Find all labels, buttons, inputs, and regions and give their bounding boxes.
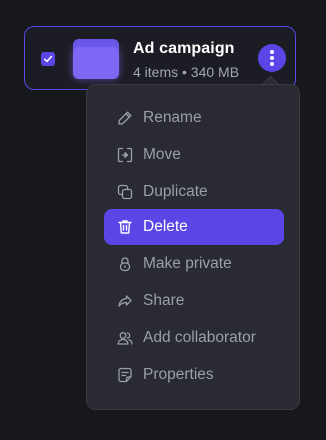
context-menu: Rename Move Duplicate Delete Make privat… (86, 84, 300, 410)
more-dot (270, 62, 274, 66)
menu-item-label: Properties (143, 366, 214, 383)
menu-item-make-private[interactable]: Make private (104, 246, 284, 282)
properties-icon (116, 366, 134, 384)
select-checkbox[interactable] (41, 52, 55, 66)
menu-item-label: Share (143, 292, 185, 309)
folder-name: Ad campaign (133, 40, 235, 57)
check-icon (43, 55, 53, 63)
menu-item-label: Move (143, 146, 181, 163)
menu-item-rename[interactable]: Rename (104, 100, 284, 136)
share-icon (116, 292, 134, 310)
trash-icon (116, 218, 134, 236)
menu-item-label: Delete (143, 218, 188, 235)
more-dot (270, 56, 274, 60)
folder-meta: 4 items • 340 MB (133, 64, 240, 80)
menu-item-label: Make private (143, 255, 232, 272)
pencil-icon (116, 109, 134, 127)
more-options-button[interactable] (258, 44, 286, 72)
menu-item-move[interactable]: Move (104, 137, 284, 173)
move-icon (116, 146, 134, 164)
more-dots-icon (270, 50, 274, 54)
menu-item-label: Rename (143, 109, 202, 126)
menu-item-delete[interactable]: Delete (104, 209, 284, 245)
duplicate-icon (116, 183, 134, 201)
menu-item-share[interactable]: Share (104, 283, 284, 319)
folder-icon (73, 39, 119, 79)
menu-item-duplicate[interactable]: Duplicate (104, 174, 284, 210)
users-icon (116, 329, 134, 347)
menu-item-properties[interactable]: Properties (104, 357, 284, 393)
menu-item-label: Add collaborator (143, 329, 256, 346)
folder-card[interactable]: Ad campaign 4 items • 340 MB (24, 26, 296, 90)
lock-icon (116, 255, 134, 273)
menu-item-label: Duplicate (143, 183, 208, 200)
menu-item-add-collaborator[interactable]: Add collaborator (104, 320, 284, 356)
